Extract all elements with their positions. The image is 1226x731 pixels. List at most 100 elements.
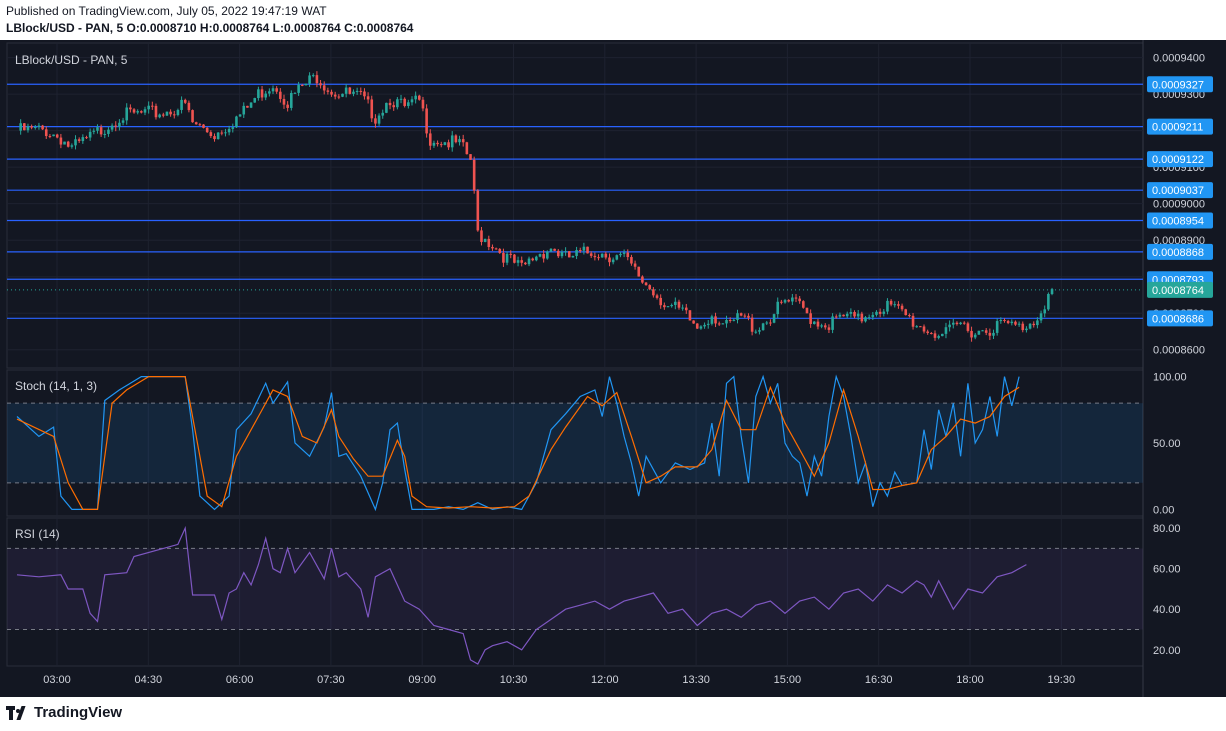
candle-body [838,314,842,317]
candle-body [977,330,981,335]
candle-body [966,323,970,331]
candle-body [860,313,864,322]
candle-body [279,91,282,99]
candle-body [992,332,995,336]
candle-body [772,314,776,323]
candle-body [933,333,937,338]
candle-body [410,99,414,103]
candle-body [831,316,834,330]
candle-body [436,142,439,145]
candle-body [322,85,326,91]
candle-body [791,297,794,302]
candle-body [355,90,359,92]
candle-body [224,132,227,134]
price-axis-label: 0.0008600 [1153,345,1205,357]
candle-body [191,110,194,123]
candle-body [633,263,637,267]
candle-body [242,105,246,115]
candle-body [853,312,856,317]
time-axis-label: 12:00 [591,674,619,686]
candle-body [710,316,714,324]
candle-body [176,109,180,116]
level-price-tag-label: 0.0009037 [1152,185,1204,197]
candle-body [33,126,37,128]
candle-body [249,102,253,108]
candle-body [886,300,889,312]
time-axis-label: 16:30 [865,674,893,686]
stoch-pane-title: Stoch (14, 1, 3) [15,379,97,393]
candle-body [556,250,560,257]
candle-body [589,253,593,256]
candle-body [875,311,878,315]
candle-body [856,313,860,317]
candle-body [235,116,238,128]
candle-body [447,142,450,148]
candle-body [999,320,1003,322]
candle-body [765,322,769,324]
rsi-axis-label: 40.00 [1153,604,1181,616]
candle-body [74,139,77,146]
candle-body [282,98,286,105]
chart-frame[interactable]: 03:00 04:30 06:00 07:30 09:00 10:30 12:00 13:30… [0,40,1226,697]
candle-body [70,145,74,147]
candle-body [333,94,337,97]
candle-body [816,321,820,327]
candle-body [505,253,509,263]
candle-body [213,136,216,140]
candle-body [476,190,480,231]
stoch-axis-label: 50.00 [1153,438,1181,450]
candle-body [747,315,750,318]
candle-body [1006,320,1010,324]
candle-body [728,320,732,322]
candle-body [644,282,648,286]
candle-body [165,111,169,116]
candle-body [1010,321,1014,324]
candle-body [948,324,951,328]
tradingview-footer: TradingView [6,704,122,721]
candle-body [454,135,458,143]
candle-body [1028,323,1032,329]
candle-body [827,327,831,330]
candle-body [937,336,940,338]
candle-body [308,75,311,84]
candle-body [882,311,886,314]
candle-body [110,125,114,130]
candle-body [337,96,341,98]
candle-body [820,325,823,327]
candle-body [147,105,150,110]
candle-body [143,109,147,113]
candle-body [655,295,659,298]
time-axis-label: 06:00 [226,674,254,686]
price-axis-label: 0.0009400 [1153,53,1205,65]
candle-body [641,276,644,283]
candle-body [823,325,827,328]
candle-body [703,324,706,327]
candle-body [311,75,315,77]
candle-body [922,326,926,332]
rsi-pane-title: RSI (14) [15,527,60,541]
candle-body [1032,323,1036,326]
candle-body [23,123,26,131]
candle-body [908,315,911,317]
candle-body [926,331,929,334]
ohlc-c: 0.0008764 [356,21,414,35]
level-price-tag-label: 0.0008868 [1152,247,1204,259]
candle-body [959,322,962,325]
candle-body [842,314,845,317]
candle-body [300,84,304,86]
candle-body [154,105,158,118]
candle-body [1039,313,1043,321]
candle-body [1025,328,1028,331]
candle-body [615,255,619,260]
candle-body [77,139,81,142]
candle-body [867,317,871,319]
candle-body [63,141,66,145]
candle-body [246,105,249,108]
candle-body [461,139,465,143]
candle-body [962,322,966,324]
candle-body [498,248,502,253]
candle-body [834,316,838,318]
chart-canvas[interactable]: 03:00 04:30 06:00 07:30 09:00 10:30 12:00 13:30… [0,40,1226,697]
candle-body [988,332,992,336]
tradingview-logo-icon [6,705,28,720]
